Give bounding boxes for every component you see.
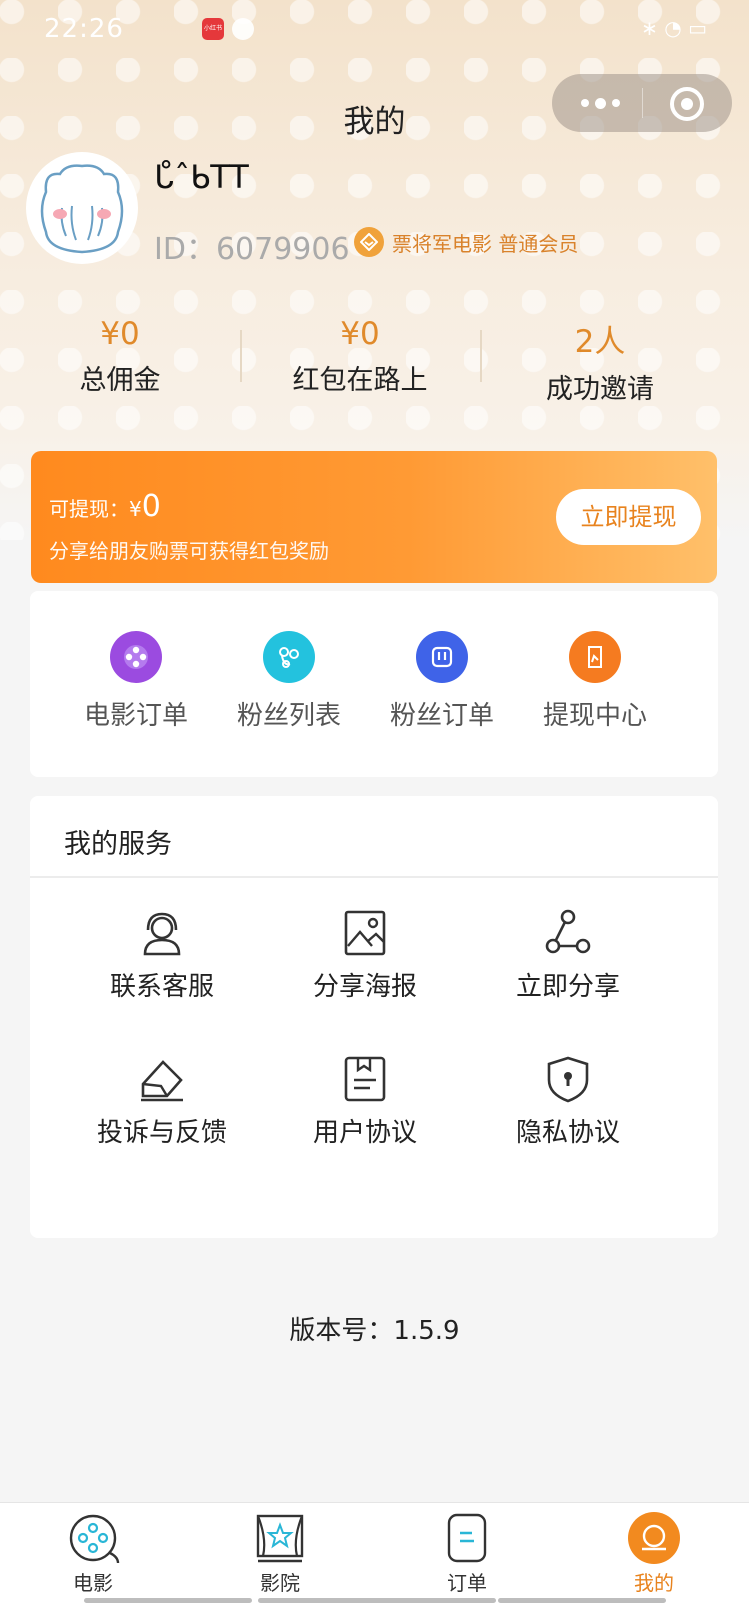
quick-action-label: 提现中心 xyxy=(542,701,647,731)
user-name: ᒐ̊ˆᑲTT xyxy=(154,158,249,196)
tab-label: 电影 xyxy=(73,1571,113,1595)
fans-list-icon xyxy=(263,631,315,683)
stat-label: 红包在路上 xyxy=(292,365,428,396)
quick-action-fans-orders[interactable]: 粉丝订单 xyxy=(364,631,520,732)
user-agreement-icon xyxy=(344,1056,386,1102)
more-menu-icon[interactable] xyxy=(578,86,638,120)
privacy-shield-icon xyxy=(547,1056,589,1103)
service-label: 联系客服 xyxy=(109,972,214,1002)
stat-successful-invites[interactable]: 2人 成功邀请 xyxy=(480,316,720,406)
service-user-agreement[interactable]: 用户协议 xyxy=(265,1054,465,1149)
capsule-divider xyxy=(642,88,643,118)
service-label: 隐私协议 xyxy=(515,1118,620,1148)
status-time: 22:26 xyxy=(44,14,124,44)
quick-action-withdraw-center[interactable]: 提现中心 xyxy=(517,631,673,732)
avatar[interactable] xyxy=(26,152,138,264)
miniprogram-capsule xyxy=(552,74,732,132)
service-share-poster[interactable]: 分享海报 xyxy=(265,908,465,1003)
stats-row: ¥0 总佣金 ¥0 红包在路上 2人 成功邀请 xyxy=(0,316,749,405)
quick-actions-card: 电影订单 粉丝列表 粉丝订单 提现中心 xyxy=(30,591,718,777)
service-privacy-agreement[interactable]: 隐私协议 xyxy=(468,1054,668,1149)
gesture-bar xyxy=(258,1598,496,1603)
member-text: 票将军电影 普通会员 xyxy=(392,231,579,256)
tab-mine[interactable]: 我的 xyxy=(594,1511,714,1596)
services-divider xyxy=(30,876,718,878)
tab-label: 我的 xyxy=(634,1571,674,1595)
tab-label: 订单 xyxy=(447,1571,487,1595)
stat-total-commission[interactable]: ¥0 总佣金 xyxy=(0,316,240,397)
withdraw-center-icon xyxy=(569,631,621,683)
gesture-bar xyxy=(498,1598,666,1603)
stat-divider xyxy=(240,330,242,382)
stat-label: 总佣金 xyxy=(79,365,161,396)
service-label: 立即分享 xyxy=(515,972,620,1002)
bottom-tab-bar: 电影 影院 订单 我的 xyxy=(0,1502,749,1607)
service-label: 分享海报 xyxy=(312,972,417,1002)
withdraw-available: 可提现：¥0 xyxy=(49,489,161,524)
order-icon xyxy=(447,1513,487,1563)
service-label: 投诉与反馈 xyxy=(96,1118,227,1148)
stat-value: ¥0 xyxy=(340,316,380,352)
cinema-icon xyxy=(256,1514,304,1563)
quick-action-label: 粉丝列表 xyxy=(236,701,341,731)
status-bar: 22:26 小红书 ∗ ◔ ▭ xyxy=(0,0,749,56)
profile-icon xyxy=(628,1512,680,1564)
withdraw-available-value: 0 xyxy=(141,489,161,524)
close-miniprogram-icon[interactable] xyxy=(670,87,704,121)
poster-image-icon xyxy=(344,910,386,956)
feedback-envelope-icon xyxy=(141,1060,183,1102)
film-reel-icon xyxy=(110,631,162,683)
tab-orders[interactable]: 订单 xyxy=(407,1511,527,1596)
tab-label: 影院 xyxy=(260,1571,300,1595)
stat-pending-redpacket[interactable]: ¥0 红包在路上 xyxy=(240,316,480,397)
status-right-icons: ∗ ◔ ▭ xyxy=(641,16,707,40)
share-nodes-icon xyxy=(545,909,591,954)
stat-value: ¥0 xyxy=(100,316,140,352)
services-title: 我的服务 xyxy=(64,829,172,860)
stat-label: 成功邀请 xyxy=(546,374,654,405)
quick-action-label: 粉丝订单 xyxy=(389,701,494,731)
user-id: ID：6079906 xyxy=(154,232,350,267)
service-label: 用户协议 xyxy=(312,1118,417,1148)
tab-movies[interactable]: 电影 xyxy=(33,1511,153,1596)
service-complaint-feedback[interactable]: 投诉与反馈 xyxy=(62,1054,262,1149)
gesture-bar xyxy=(84,1598,252,1603)
app-notification-icon: 小红书 xyxy=(202,18,224,40)
version-text: 版本号：1.5.9 xyxy=(289,1316,460,1346)
fans-order-icon xyxy=(416,631,468,683)
stat-value: 2人 xyxy=(574,324,626,360)
quick-action-label: 电影订单 xyxy=(83,701,188,731)
withdraw-now-button[interactable]: 立即提现 xyxy=(556,489,701,545)
service-share-now[interactable]: 立即分享 xyxy=(468,908,668,1003)
customer-service-icon xyxy=(143,912,181,956)
member-badge: 票将军电影 普通会员 xyxy=(354,226,578,258)
withdraw-available-label: 可提现：¥ xyxy=(49,497,142,521)
quick-action-movie-orders[interactable]: 电影订单 xyxy=(58,631,214,732)
bear-avatar-icon xyxy=(40,164,124,254)
member-diamond-icon xyxy=(354,227,384,257)
quick-action-fans-list[interactable]: 粉丝列表 xyxy=(211,631,367,732)
chat-notification-icon xyxy=(232,18,254,40)
film-reel-icon xyxy=(69,1514,120,1564)
withdraw-banner: 可提现：¥0 分享给朋友购票可获得红包奖励 立即提现 xyxy=(31,451,717,583)
stat-divider xyxy=(480,330,482,382)
my-services-card: 我的服务 联系客服 分享海报 立即分享 投诉与反馈 用户协议 隐私协议 xyxy=(30,796,718,1238)
withdraw-tip: 分享给朋友购票可获得红包奖励 xyxy=(49,539,329,563)
tab-cinemas[interactable]: 影院 xyxy=(220,1511,340,1596)
service-contact-support[interactable]: 联系客服 xyxy=(62,908,262,1003)
